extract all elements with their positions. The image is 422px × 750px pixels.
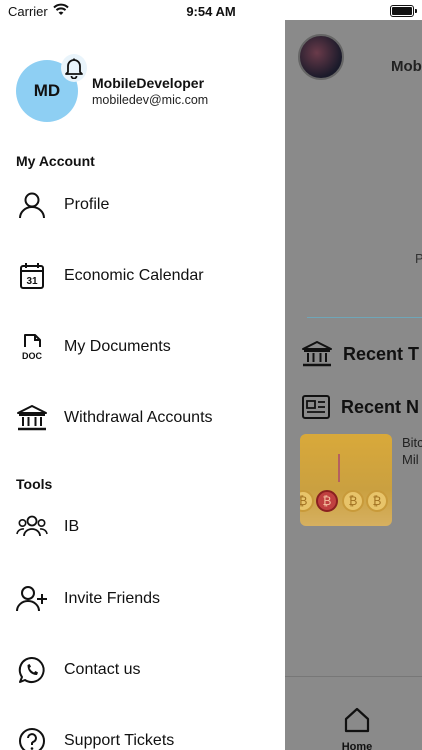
menu-item-label: Profile [64, 196, 110, 213]
background-text: P [415, 251, 422, 266]
user-email: mobiledev@mic.com [92, 93, 209, 107]
document-icon: DOC [16, 331, 48, 363]
menu-item-label: My Documents [64, 338, 171, 355]
newspaper-icon [302, 395, 330, 419]
document-tag-text: DOC [22, 351, 43, 361]
bell-icon[interactable] [61, 54, 87, 82]
section-title-my-account: My Account [16, 153, 95, 169]
recent-transactions-heading: Recent T [301, 340, 419, 368]
background-app-overlay[interactable]: Mob P Recent T Recent N ₿ ₿ ₿ ₿ Bitc Mil… [285, 20, 422, 750]
add-user-icon [16, 583, 48, 615]
tab-bar-divider [285, 676, 422, 677]
background-avatar [298, 34, 344, 80]
menu-item-label: IB [64, 518, 80, 535]
menu-item-label: Economic Calendar [64, 267, 204, 284]
recent-news-heading: Recent N [301, 394, 419, 420]
menu-item-ib[interactable]: IB [0, 505, 285, 549]
news-title[interactable]: Bitc Mil [402, 434, 422, 468]
whatsapp-icon [16, 654, 48, 686]
menu-item-label: Withdrawal Accounts [64, 409, 213, 426]
section-title-tools: Tools [16, 476, 53, 492]
menu-item-label: Support Tickets [64, 732, 175, 749]
bank-icon [302, 341, 332, 367]
screen: Mob P Recent T Recent N ₿ ₿ ₿ ₿ Bitc Mil… [0, 0, 422, 750]
menu-item-invite-friends[interactable]: Invite Friends [0, 577, 285, 621]
news-thumbnail[interactable]: ₿ ₿ ₿ ₿ [300, 434, 392, 526]
status-bar: Carrier 9:54 AM [0, 0, 422, 24]
menu-item-economic-calendar[interactable]: 31 Economic Calendar [0, 254, 285, 298]
help-icon [16, 725, 48, 750]
menu-item-support-tickets[interactable]: Support Tickets [0, 719, 285, 750]
group-icon [16, 511, 48, 543]
menu-item-label: Invite Friends [64, 590, 161, 607]
calendar-day-text: 31 [26, 276, 38, 287]
menu-item-withdrawal-accounts[interactable]: Withdrawal Accounts [0, 396, 285, 440]
battery-icon [390, 5, 417, 17]
menu-item-my-documents[interactable]: DOC My Documents [0, 325, 285, 369]
user-name: MobileDeveloper [92, 75, 205, 91]
clock: 9:54 AM [186, 4, 236, 19]
side-drawer: MD MobileDeveloper mobiledev@mic.com My … [0, 0, 285, 750]
home-icon [344, 707, 370, 733]
background-divider [307, 317, 422, 318]
bank-icon [16, 402, 48, 434]
menu-item-contact-us[interactable]: Contact us [0, 648, 285, 692]
person-icon [16, 189, 48, 221]
background-user-name: Mob [391, 58, 422, 75]
tab-home[interactable]: Home [337, 706, 377, 750]
calendar-icon: 31 [16, 260, 48, 292]
menu-item-profile[interactable]: Profile [0, 183, 285, 227]
menu-item-label: Contact us [64, 661, 141, 678]
